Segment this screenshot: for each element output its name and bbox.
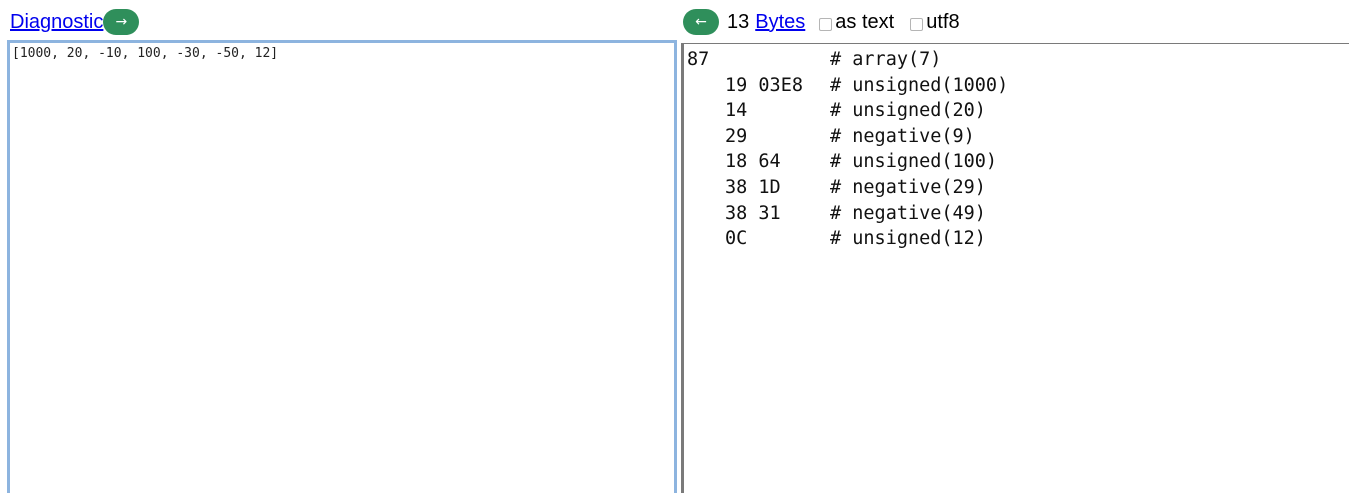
bytes-panel: 87 # array(7) 19 03E8 # unsigned(1000) 14 # u… [681,43,1349,493]
byte-count: 13 [727,10,750,33]
output-line: 19 03E8 # unsigned(1000) [687,73,1008,99]
diagnostic-header: Diagnostic → [10,8,140,36]
output-indent [687,175,725,201]
output-line: 0C # unsigned(12) [687,226,1008,252]
convert-forward-button[interactable]: → [103,9,140,35]
output-comment: # negative(49) [830,202,986,224]
diagnostic-panel: [1000, 20, -10, 100, -30, -50, 12] [7,40,677,493]
output-bytes: 38 31 [725,202,781,224]
output-indent [687,124,725,150]
diagnostic-input[interactable]: [1000, 20, -10, 100, -30, -50, 12] [10,43,674,493]
bytes-link[interactable]: Bytes [755,11,805,34]
output-indent [687,226,725,252]
output-indent [687,98,725,124]
output-bytes: 14 [725,100,748,122]
bytes-header: ← 13 Bytes as text utf8 [683,8,960,36]
output-line: 14 # unsigned(20) [687,98,1008,124]
output-bytes: 29 [725,125,748,147]
output-comment: # unsigned(20) [830,100,986,122]
as-text-checkbox[interactable] [819,18,833,31]
output-bytes: 0C [725,228,748,250]
output-bytes: 38 1D [725,176,781,198]
output-comment: # negative(9) [830,125,975,147]
output-bytes: 87 [687,49,710,70]
output-comment: # unsigned(12) [830,228,986,250]
diagnostic-link[interactable]: Diagnostic [10,11,103,34]
output-indent [687,149,725,175]
output-line: 38 31 # negative(49) [687,201,1008,227]
output-comment: # unsigned(100) [830,151,998,173]
left-arrow-icon: ← [695,14,707,30]
bytes-output[interactable]: 87 # array(7) 19 03E8 # unsigned(1000) 14 # u… [687,47,1008,252]
output-bytes: 18 64 [725,151,781,173]
output-bytes: 19 03E8 [725,74,803,96]
convert-back-button[interactable]: ← [683,9,719,35]
output-comment: # unsigned(1000) [830,74,1009,96]
as-text-label: as text [835,10,895,33]
utf8-checkbox[interactable] [910,18,924,31]
output-indent [687,201,725,227]
output-line: 38 1D # negative(29) [687,175,1008,201]
utf8-label: utf8 [926,10,960,33]
output-indent [687,73,725,99]
output-line: 87 # array(7) [687,47,1008,73]
right-arrow-icon: → [115,14,128,30]
output-line: 18 64 # unsigned(100) [687,149,1008,175]
output-comment: # negative(29) [830,176,986,198]
output-comment: # array(7) [830,49,942,70]
output-line: 29 # negative(9) [687,124,1008,150]
